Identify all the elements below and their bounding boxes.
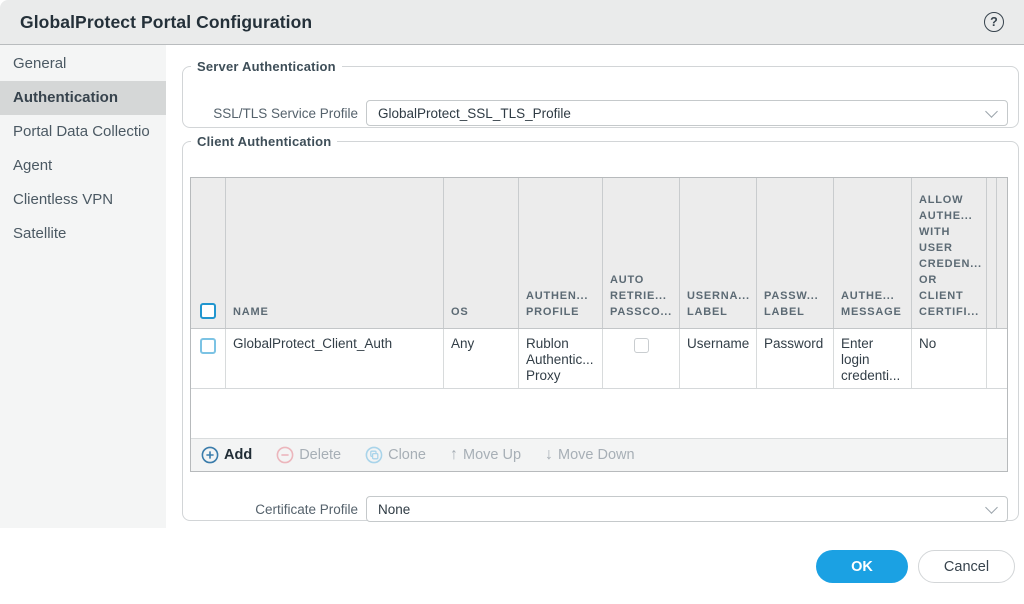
ssl-tls-profile-select[interactable]: GlobalProtect_SSL_TLS_Profile — [366, 100, 1008, 126]
server-authentication-legend: Server Authentication — [191, 59, 342, 74]
sidebar-item-general[interactable]: General — [0, 47, 166, 81]
minus-circle-icon — [276, 446, 294, 464]
clone-button[interactable]: Clone — [365, 446, 426, 464]
sidebar-item-clientless-vpn[interactable]: Clientless VPN — [0, 183, 166, 217]
table-header-row: NAME OS AUTHEN... PROFILE AUTO RETRIE...… — [191, 178, 1007, 329]
server-authentication-section: Server Authentication SSL/TLS Service Pr… — [182, 59, 1019, 128]
plus-circle-icon — [201, 446, 219, 464]
row-checkbox[interactable] — [200, 338, 216, 354]
column-header-authentication-profile[interactable]: AUTHEN... PROFILE — [519, 178, 603, 328]
delete-button[interactable]: Delete — [276, 446, 341, 464]
row-gutter-cell — [987, 329, 1007, 388]
move-down-button-label: Move Down — [558, 447, 635, 463]
client-auth-table: NAME OS AUTHEN... PROFILE AUTO RETRIE...… — [190, 177, 1008, 472]
ssl-tls-profile-value: GlobalProtect_SSL_TLS_Profile — [378, 106, 987, 121]
clone-button-label: Clone — [388, 447, 426, 463]
cell-name: GlobalProtect_Client_Auth — [226, 329, 444, 388]
auto-retrieve-passcode-checkbox[interactable] — [634, 338, 649, 353]
move-up-button-label: Move Up — [463, 447, 521, 463]
arrow-down-icon: ↓ — [545, 447, 553, 463]
cell-password-label: Password — [757, 329, 834, 388]
sidebar-item-satellite[interactable]: Satellite — [0, 217, 166, 251]
cell-authentication-profile: Rublon Authentic... Proxy — [519, 329, 603, 388]
help-icon[interactable]: ? — [984, 12, 1004, 32]
gutter-divider — [996, 178, 997, 328]
column-header-auto-retrieve-passcode[interactable]: AUTO RETRIE... PASSCO... — [603, 178, 680, 328]
header-scroll-gutter — [987, 178, 1007, 328]
cancel-button[interactable]: Cancel — [918, 550, 1015, 583]
sidebar-item-portal-data-collection[interactable]: Portal Data Collectio — [0, 115, 166, 149]
column-header-allow-auth-with-credentials-or-certificate[interactable]: ALLOW AUTHE... WITH USER CREDEN... OR CL… — [912, 178, 987, 328]
chevron-down-icon — [985, 501, 998, 514]
sidebar-item-authentication[interactable]: Authentication — [0, 81, 166, 115]
page-title: GlobalProtect Portal Configuration — [20, 12, 312, 33]
arrow-up-icon: ↑ — [450, 447, 458, 463]
client-authentication-section: Client Authentication NAME OS AUTHEN... … — [182, 134, 1019, 521]
certificate-profile-value: None — [378, 502, 987, 517]
certificate-profile-label: Certificate Profile — [190, 502, 358, 517]
certificate-profile-select[interactable]: None — [366, 496, 1008, 522]
move-down-button[interactable]: ↓ Move Down — [545, 447, 635, 463]
ok-button[interactable]: OK — [816, 550, 908, 583]
table-empty-area — [191, 389, 1007, 438]
ssl-tls-profile-row: SSL/TLS Service Profile GlobalProtect_SS… — [190, 100, 1008, 126]
delete-button-label: Delete — [299, 447, 341, 463]
column-header-os[interactable]: OS — [444, 178, 519, 328]
table-row[interactable]: GlobalProtect_Client_Auth Any Rublon Aut… — [191, 329, 1007, 389]
select-all-header-cell — [191, 178, 226, 328]
dialog-globalprotect-portal-configuration: GlobalProtect Portal Configuration ? Gen… — [0, 0, 1024, 604]
chevron-down-icon — [985, 105, 998, 118]
question-mark-glyph: ? — [990, 15, 998, 29]
client-authentication-legend: Client Authentication — [191, 134, 337, 149]
sidebar-item-agent[interactable]: Agent — [0, 149, 166, 183]
ssl-tls-profile-label: SSL/TLS Service Profile — [190, 106, 358, 121]
column-header-name[interactable]: NAME — [226, 178, 444, 328]
move-up-button[interactable]: ↑ Move Up — [450, 447, 521, 463]
sidebar: General Authentication Portal Data Colle… — [0, 45, 166, 528]
cell-authentication-message: Enter login credenti... — [834, 329, 912, 388]
add-button-label: Add — [224, 447, 252, 463]
cell-allow-auth: No — [912, 329, 987, 388]
titlebar: GlobalProtect Portal Configuration ? — [0, 0, 1024, 45]
certificate-profile-row: Certificate Profile None — [190, 496, 1008, 522]
cell-username-label: Username — [680, 329, 757, 388]
column-header-username-label[interactable]: USERNA... LABEL — [680, 178, 757, 328]
add-button[interactable]: Add — [201, 446, 252, 464]
column-header-password-label[interactable]: PASSW... LABEL — [757, 178, 834, 328]
cell-os: Any — [444, 329, 519, 388]
column-header-authentication-message[interactable]: AUTHE... MESSAGE — [834, 178, 912, 328]
cell-auto-retrieve-passcode — [603, 329, 680, 388]
clone-icon — [365, 446, 383, 464]
table-toolbar: Add Delete Clone — [191, 438, 1007, 471]
row-select-cell — [191, 329, 226, 388]
select-all-checkbox[interactable] — [200, 303, 216, 319]
